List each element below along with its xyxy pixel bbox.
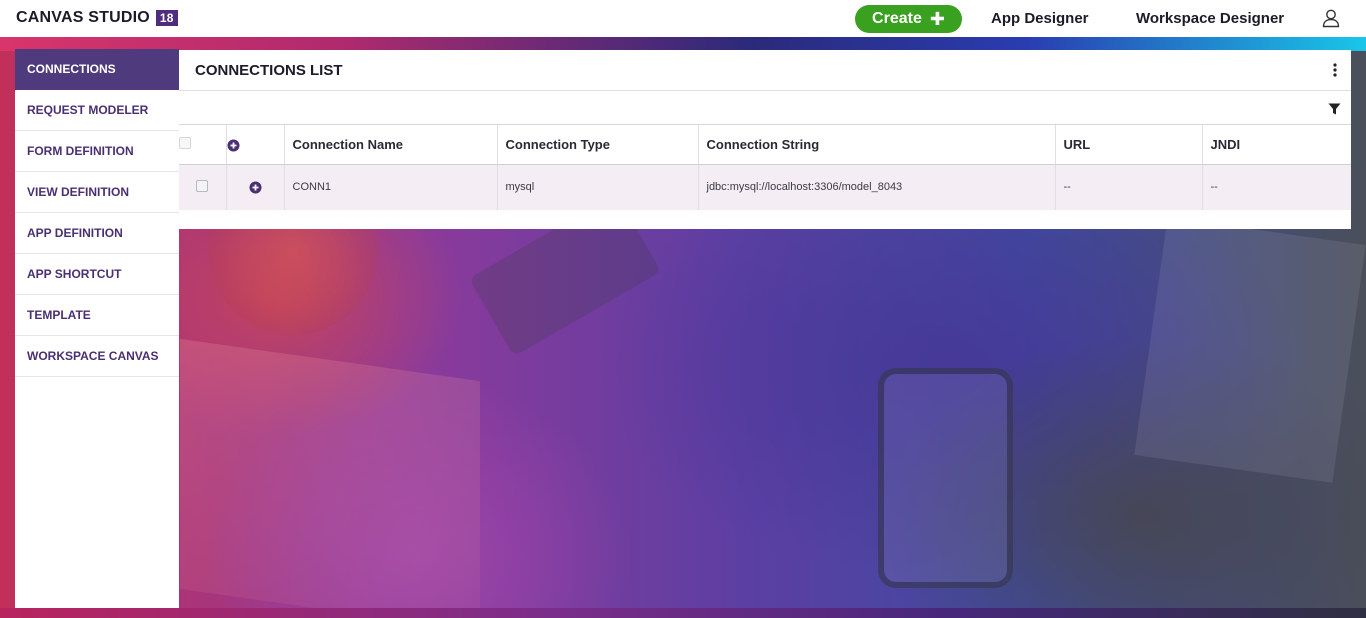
cell-url: --: [1055, 164, 1203, 210]
sidebar-item-workspace-canvas[interactable]: WORKSPACE CANVAS: [15, 336, 179, 377]
top-bar: CANVAS STUDIO 18 Create ✚ App Designer W…: [0, 0, 1366, 37]
background-book: [180, 338, 480, 618]
page-title: CONNECTIONS LIST: [195, 61, 343, 79]
sidebar-item-app-shortcut[interactable]: APP SHORTCUT: [15, 254, 179, 295]
column-header-connection-name[interactable]: Connection Name: [284, 125, 498, 165]
panel-footer: [179, 210, 1351, 229]
table-header-row: Connection Name Connection Type Connecti…: [179, 125, 1351, 165]
column-header-connection-type[interactable]: Connection Type: [497, 125, 699, 165]
sidebar-item-view-definition[interactable]: VIEW DEFINITION: [15, 172, 179, 213]
brand-name: CANVAS STUDIO: [16, 9, 150, 26]
create-label: Create: [872, 10, 922, 27]
version-badge: 18: [155, 10, 178, 26]
more-options-icon[interactable]: [1332, 63, 1338, 77]
sidebar: CONNECTIONS REQUEST MODELER FORM DEFINIT…: [15, 49, 179, 608]
filter-icon[interactable]: [1328, 103, 1341, 115]
brand-logo[interactable]: CANVAS STUDIO 18: [16, 9, 178, 27]
cell-connection-string: jdbc:mysql://localhost:3306/model_8043: [698, 164, 1056, 210]
select-all-cell: [179, 125, 227, 165]
connections-table: Connection Name Connection Type Connecti…: [179, 125, 1351, 210]
sidebar-item-template[interactable]: TEMPLATE: [15, 295, 179, 336]
background-phone: [878, 368, 1013, 588]
background-top-strip: [0, 37, 1366, 51]
cell-connection-type: mysql: [497, 164, 699, 210]
expand-row-icon[interactable]: [249, 181, 262, 194]
filter-row: [179, 91, 1351, 125]
row-select-cell: [179, 164, 227, 210]
sidebar-item-app-definition[interactable]: APP DEFINITION: [15, 213, 179, 254]
row-checkbox[interactable]: [196, 179, 209, 192]
background-bottom-strip: [0, 608, 1366, 618]
background-paper: [1134, 217, 1366, 483]
column-header-connection-string[interactable]: Connection String: [698, 125, 1056, 165]
panel-header: CONNECTIONS LIST: [179, 50, 1351, 91]
cell-jndi: --: [1202, 164, 1351, 210]
add-circle-icon[interactable]: [227, 139, 240, 152]
select-all-checkbox[interactable]: [179, 136, 191, 149]
add-column-cell: [226, 125, 285, 165]
sidebar-item-form-definition[interactable]: FORM DEFINITION: [15, 131, 179, 172]
plus-icon: ✚: [929, 9, 945, 29]
table-row[interactable]: CONN1 mysql jdbc:mysql://localhost:3306/…: [179, 164, 1351, 210]
nav-app-designer[interactable]: App Designer: [991, 10, 1089, 27]
connections-panel: CONNECTIONS LIST Connection Name Connect…: [179, 50, 1351, 230]
cell-connection-name: CONN1: [284, 164, 498, 210]
column-header-url[interactable]: URL: [1055, 125, 1203, 165]
user-icon[interactable]: [1321, 8, 1341, 28]
row-expand-cell: [226, 164, 285, 210]
nav-workspace-designer[interactable]: Workspace Designer: [1136, 10, 1284, 27]
sidebar-item-request-modeler[interactable]: REQUEST MODELER: [15, 90, 179, 131]
column-header-jndi[interactable]: JNDI: [1202, 125, 1351, 165]
create-button[interactable]: Create ✚: [855, 5, 962, 33]
sidebar-item-connections[interactable]: CONNECTIONS: [15, 49, 179, 90]
